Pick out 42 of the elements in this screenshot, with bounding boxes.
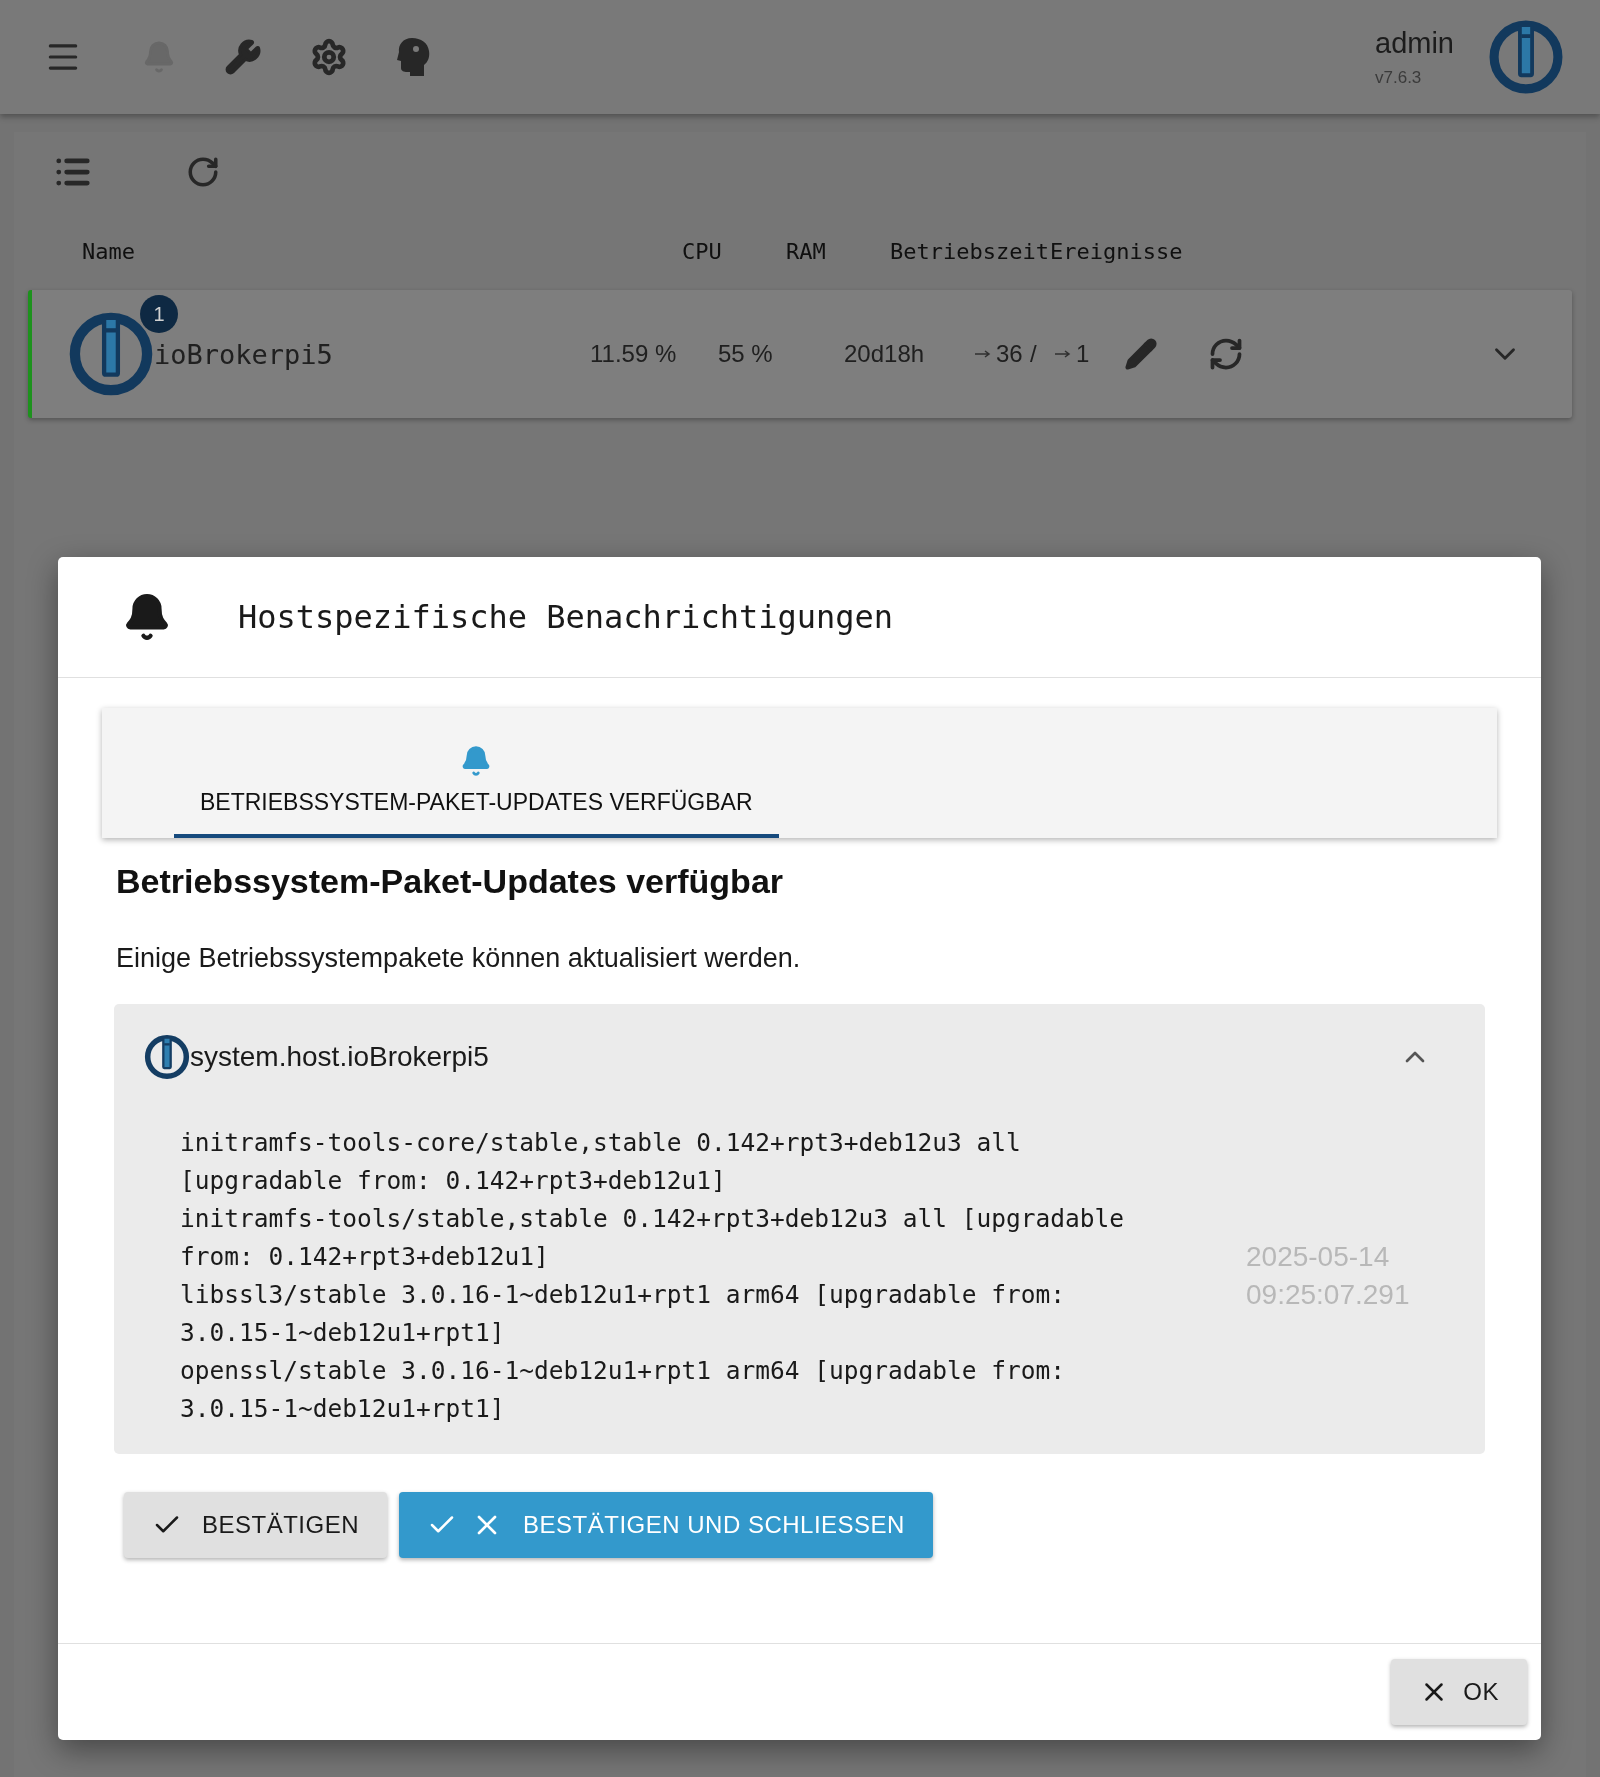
wrench-icon[interactable] [224,38,262,76]
column-header: CPU [682,238,723,264]
settings-icon[interactable] [310,38,348,76]
package-line: initramfs-tools-core/stable,stable 0.142+rpt3+deb12u3 all [180,1127,1022,1159]
column-header: Ereignisse [1050,238,1184,264]
package-line: openssl/stable 3.0.16-1~deb12u1+rpt1 arm64 [upgradable from: [180,1355,1066,1387]
cpu-value: 11.59 % [590,340,678,368]
column-header: Name [82,238,136,264]
tab[interactable]: BETRIEBSSYSTEM-PAKET-UPDATES VERFÜGBAR [174,745,779,838]
head-icon[interactable] [396,37,430,77]
host-row[interactable]: 1 ioBrokerpi5 11.59 % 55 % 20d18h 36 / 1 [28,290,1572,418]
column-header: RAM [786,238,827,264]
events-in: 36 [996,340,1024,368]
description-text: Einige Betriebssystempakete können aktualisiert werden. [116,943,802,974]
version-label: v7.6.3 [1375,67,1422,88]
package-line: 3.0.15-1~deb12u1+rpt1] [180,1393,506,1425]
column-header: Betriebszeit [890,238,1050,264]
refresh-icon[interactable] [186,155,220,189]
host-name: ioBrokerpi5 [154,338,334,370]
logo-icon [144,1034,190,1080]
sync-icon[interactable] [1208,336,1244,372]
package-line: [upgradable from: 0.142+rpt3+deb12u1] [180,1165,727,1197]
package-line: from: 0.142+rpt3+deb12u1] [180,1241,550,1273]
logo-icon [1488,19,1564,95]
arrow-icon [974,349,992,359]
section-heading: Betriebssystem-Paket-Updates verfügbar [116,862,785,901]
logo-icon [68,311,154,397]
package-line: 3.0.15-1~deb12u1+rpt1] [180,1317,506,1349]
accordion-header[interactable]: system.host.ioBrokerpi5 [144,1034,1455,1080]
events-separator: / [1030,340,1038,368]
ok-button[interactable]: OK [1391,1659,1527,1725]
edit-icon[interactable] [1124,337,1158,371]
user-name: admin [1375,26,1454,60]
ram-value: 55 % [718,340,774,368]
dialog-title: Hostspezifische Benachrichtigungen [238,598,894,636]
package-line: libssl3/stable 3.0.16-1~deb12u1+rpt1 arm64 [upgradable from: [180,1279,1066,1311]
confirm-button[interactable]: BESTÄTIGEN [124,1492,388,1558]
uptime-value: 20d18h [844,340,926,368]
notification-badge: 1 [140,295,178,333]
arrow-icon [1054,349,1072,359]
package-line: initramfs-tools/stable,stable 0.142+rpt3+deb12u3 all [upgradable [180,1203,1125,1235]
events-out: 1 [1076,340,1091,368]
